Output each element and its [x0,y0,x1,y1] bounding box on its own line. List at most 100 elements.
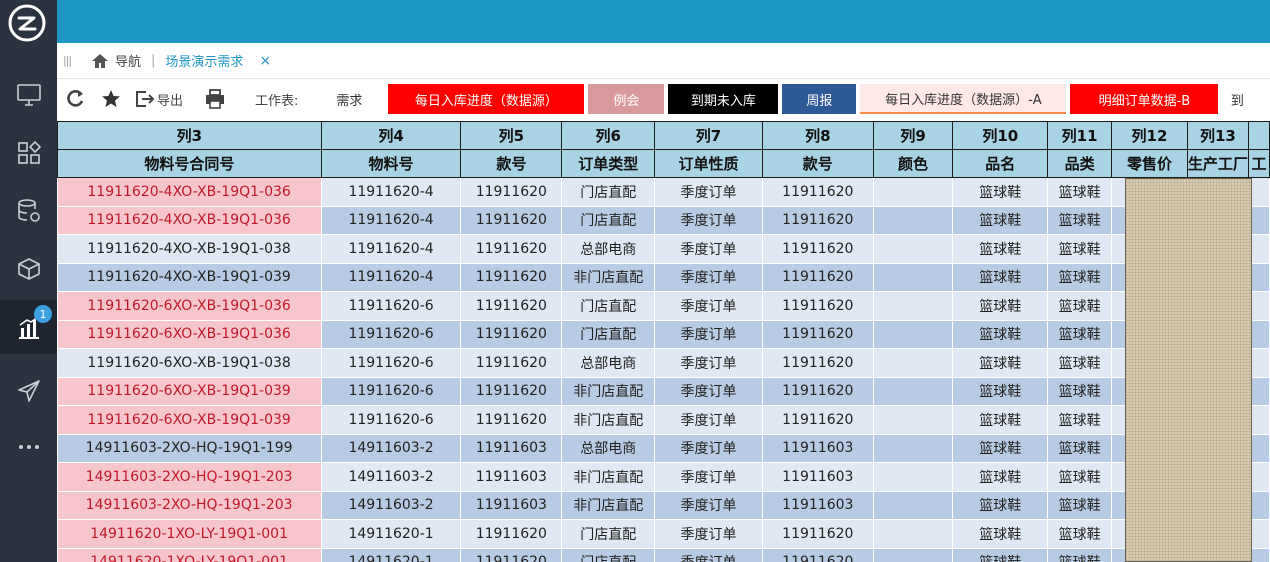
column-field-header[interactable]: 物料号合同号 [57,149,322,178]
table-cell[interactable]: 篮球鞋 [952,434,1049,463]
table-cell[interactable]: 篮球鞋 [952,548,1049,562]
table-cell[interactable]: 篮球鞋 [1047,291,1113,321]
column-field-header[interactable]: 订单类型 [561,149,656,178]
table-cell[interactable]: 门店直配 [561,291,656,321]
table-cell[interactable]: 11911620 [460,320,563,349]
table-cell[interactable] [873,263,954,292]
sheet-tab[interactable]: 周报 [782,84,857,114]
table-cell[interactable]: 14911603-2XO-HQ-19Q1-203 [57,462,322,492]
column-field-header[interactable]: 品类 [1047,149,1113,178]
table-cell[interactable]: 11911620-6XO-XB-19Q1-038 [57,348,322,378]
table-cell[interactable]: 11911620-4 [321,234,462,264]
column-id-header[interactable] [1247,121,1270,150]
table-cell[interactable]: 篮球鞋 [1047,491,1113,520]
table-row[interactable]: 11911620-6XO-XB-19Q1-036 11911620-6 119116… [57,320,1270,349]
table-cell[interactable]: 篮球鞋 [1047,234,1113,264]
table-cell[interactable]: 非门店直配 [561,405,656,435]
table-cell[interactable]: 11911603 [762,434,874,463]
table-cell[interactable]: 11911620 [762,263,874,292]
table-cell[interactable]: 11911620-6 [321,405,462,435]
table-cell[interactable]: 11911620 [762,291,874,321]
table-cell[interactable]: 14911603-2 [321,491,462,520]
column-id-header[interactable]: 列13 [1186,121,1249,150]
sheet-tab[interactable]: 到期未入库 [668,84,779,114]
table-cell[interactable]: 季度订单 [654,177,763,207]
database-settings-icon[interactable] [0,184,57,238]
table-cell[interactable]: 11911620-6 [321,291,462,321]
table-cell[interactable]: 季度订单 [654,519,763,549]
cube-icon[interactable] [0,242,57,296]
table-cell[interactable] [873,348,954,378]
table-cell[interactable]: 11911620 [460,206,563,235]
table-row[interactable]: 11911620-6XO-XB-19Q1-039 11911620-6 119116… [57,377,1270,406]
table-cell[interactable]: 14911603-2 [321,462,462,492]
table-cell[interactable]: 非门店直配 [561,377,656,406]
table-cell[interactable]: 11911620 [460,377,563,406]
close-tab-icon[interactable]: × [259,53,271,69]
column-id-header[interactable]: 列7 [654,121,763,150]
table-row[interactable]: 14911603-2XO-HQ-19Q1-199 14911603-2 119116… [57,434,1270,463]
column-id-header[interactable]: 列4 [320,121,462,150]
table-cell[interactable]: 门店直配 [561,519,656,549]
table-cell[interactable]: 篮球鞋 [1047,206,1113,235]
send-icon[interactable] [0,364,57,418]
sheet-tab[interactable]: 需求 [314,84,385,114]
table-cell[interactable]: 季度订单 [654,548,763,562]
table-cell[interactable]: 总部电商 [561,434,656,463]
table-cell[interactable]: 季度订单 [654,348,763,378]
report-chart-icon[interactable]: 1 [0,300,57,354]
table-cell[interactable]: 14911620-1 [321,548,462,562]
table-cell[interactable] [873,377,954,406]
table-cell[interactable]: 14911620-1XO-LY-19Q1-001 [57,548,322,562]
table-cell[interactable]: 篮球鞋 [952,377,1049,406]
table-cell[interactable]: 11911603 [762,462,874,492]
table-cell[interactable]: 14911603-2XO-HQ-19Q1-199 [57,434,322,463]
table-cell[interactable]: 篮球鞋 [952,405,1049,435]
table-cell[interactable]: 11911620-6XO-XB-19Q1-036 [57,320,322,349]
table-cell[interactable]: 11911620 [762,234,874,264]
refresh-icon[interactable] [67,89,85,109]
column-id-header[interactable]: 列3 [57,121,322,150]
table-cell[interactable] [873,462,954,492]
column-id-header[interactable]: 列6 [561,121,656,150]
table-cell[interactable]: 篮球鞋 [952,291,1049,321]
table-cell[interactable]: 篮球鞋 [952,491,1049,520]
column-id-header[interactable]: 列8 [761,121,874,150]
table-row[interactable]: 14911620-1XO-LY-19Q1-00114911620-1119116… [57,519,1270,549]
table-row[interactable]: 11911620-6XO-XB-19Q1-036 11911620-6 119116… [57,291,1270,321]
sheet-tab[interactable]: 每日入库进度（数据源）-A [860,84,1067,114]
table-cell[interactable]: 11911620 [762,206,874,235]
table-cell[interactable]: 门店直配 [561,206,656,235]
column-field-header[interactable]: 物料号 [320,149,462,178]
table-cell[interactable]: 14911620-1XO-LY-19Q1-001 [57,519,322,549]
table-row[interactable]: 11911620-4XO-XB-19Q1-039 11911620-4 119116… [57,263,1270,292]
table-cell[interactable]: 篮球鞋 [1047,548,1113,562]
table-cell[interactable]: 11911620-6XO-XB-19Q1-036 [57,291,322,321]
column-id-header[interactable]: 列9 [872,121,954,150]
table-cell[interactable]: 11911620 [762,405,874,435]
table-cell[interactable]: 14911603-2XO-HQ-19Q1-203 [57,491,322,520]
table-cell[interactable]: 11911620 [460,177,563,207]
table-cell[interactable] [873,405,954,435]
table-cell[interactable] [873,234,954,264]
table-cell[interactable]: 非门店直配 [561,491,656,520]
table-cell[interactable]: 篮球鞋 [1047,405,1113,435]
table-cell[interactable]: 11911620-4 [321,177,462,207]
table-cell[interactable]: 季度订单 [654,206,763,235]
table-cell[interactable]: 11911620-4XO-XB-19Q1-038 [57,234,322,264]
table-cell[interactable]: 11911620 [460,548,563,562]
table-cell[interactable]: 11911620 [460,519,563,549]
table-cell[interactable]: 11911603 [762,491,874,520]
table-cell[interactable]: 11911620 [460,263,563,292]
table-cell[interactable] [873,320,954,349]
table-cell[interactable]: 11911620-4 [321,263,462,292]
star-icon[interactable] [101,89,121,109]
table-cell[interactable] [873,491,954,520]
table-cell[interactable]: 门店直配 [561,548,656,562]
table-row[interactable]: 11911620-4XO-XB-19Q1-036 11911620-4 119116… [57,206,1270,235]
column-id-header[interactable]: 列12 [1111,121,1188,150]
table-cell[interactable]: 总部电商 [561,234,656,264]
monitor-icon[interactable] [0,68,57,122]
table-cell[interactable]: 11911620-6 [321,320,462,349]
table-row[interactable]: 11911620-6XO-XB-19Q1-039 11911620-6 119116… [57,405,1270,435]
